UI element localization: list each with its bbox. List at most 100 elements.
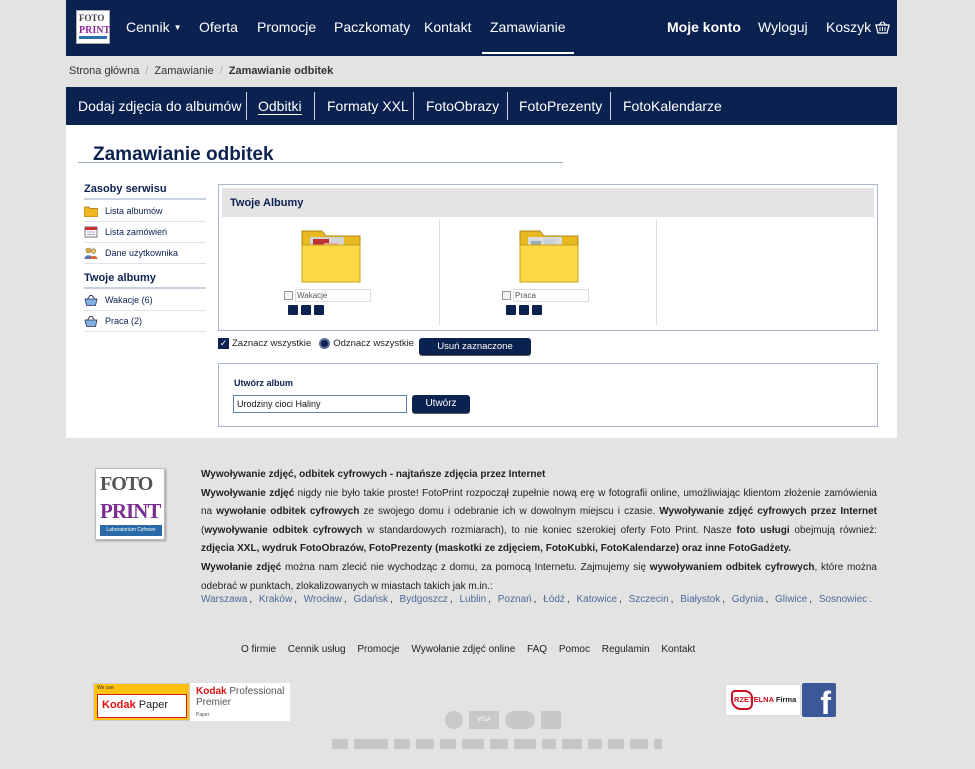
delete-icon[interactable] [506, 305, 516, 315]
breadcrumb-zamawianie[interactable]: Zamawianie [154, 65, 213, 77]
rzetelna-firma-badge[interactable]: RZETELNA Firma [725, 684, 801, 716]
city-link[interactable]: Gliwice [775, 594, 807, 605]
sidebar-item-lista-albumow[interactable]: Lista albumów [84, 201, 206, 222]
deselect-icon[interactable] [319, 338, 331, 349]
kodak-premier: Premier [196, 697, 232, 708]
amex-logo [541, 711, 561, 729]
city-link[interactable]: Bydgoszcz [400, 594, 448, 605]
subnav-divider [507, 92, 508, 120]
nav-wyloguj[interactable]: Wyloguj [758, 19, 808, 35]
footer-link-wywolanie-zdjec[interactable]: Wywołanie zdjęć online [411, 644, 515, 655]
breadcrumb-separator: / [219, 65, 223, 77]
album-folder-icon[interactable] [518, 225, 580, 283]
delete-selected-button[interactable]: Usuń zaznaczone [419, 338, 531, 355]
footer-text: ze swojego domu i odebranie ich w dowoln… [359, 506, 660, 518]
sidebar-item-lista-zamowien[interactable]: Lista zamówień [84, 222, 206, 243]
nav-paczkomaty[interactable]: Paczkomaty [334, 19, 410, 35]
select-all-link[interactable]: Zaznacz wszystkie [232, 338, 311, 349]
bank-logo [440, 739, 456, 749]
main-panel: Dodaj zdjęcia do albumów Odbitki Formaty… [66, 87, 897, 438]
nav-cennik[interactable]: Cennik ▼ [126, 19, 182, 35]
bank-logo [394, 739, 410, 749]
footer-text: wywoływanie odbitek cyfrowych [204, 524, 363, 536]
city-link[interactable]: Poznań [498, 594, 532, 605]
create-album-label: Utwórz album [234, 378, 294, 388]
nav-koszyk[interactable]: Koszyk [826, 19, 890, 35]
album-divider [656, 219, 657, 325]
subnav-odbitki[interactable]: Odbitki [258, 98, 302, 115]
subnav-fotoobrazy[interactable]: FotoObrazy [426, 98, 499, 114]
sidebar-item-album-wakacje[interactable]: Wakacje (6) [84, 290, 206, 311]
nav-kontakt[interactable]: Kontakt [424, 19, 471, 35]
footer-text: Wywoływanie zdjęć cyfrowych przez Intern… [659, 506, 878, 518]
subnav-fotoprezenty[interactable]: FotoPrezenty [519, 98, 602, 114]
city-separator: , [449, 594, 453, 605]
footer-link-cennik-uslug[interactable]: Cennik usług [288, 644, 346, 655]
nav-moje-konto[interactable]: Moje konto [667, 19, 741, 35]
city-link[interactable]: Białystok [680, 594, 720, 605]
title-underline [78, 162, 563, 163]
album-name-field[interactable]: Praca [513, 289, 589, 302]
sidebar-resources-title: Zasoby serwisu [84, 183, 206, 200]
city-separator: , [249, 594, 253, 605]
city-link[interactable]: Gdańsk [354, 594, 388, 605]
footer-link-kontakt[interactable]: Kontakt [661, 644, 695, 655]
create-album-button[interactable]: Utwórz [412, 395, 470, 413]
album-folder-icon[interactable] [300, 225, 362, 283]
footer-paragraph-2: Wywołanie zdjęć można nam zlecić nie wyc… [201, 559, 877, 596]
footer-link-o-firmie[interactable]: O firmie [241, 644, 276, 655]
city-link[interactable]: Łódź [543, 594, 565, 605]
footer-link-regulamin[interactable]: Regulamin [602, 644, 650, 655]
city-link[interactable]: Kraków [259, 594, 292, 605]
firma-word: Firma [773, 695, 797, 704]
city-link[interactable]: Warszawa [201, 594, 247, 605]
mastercard-logo [505, 711, 535, 729]
subnav-fotokalendarze[interactable]: FotoKalendarze [623, 98, 722, 114]
fotoprint-logo[interactable]: FOTO PRINT [76, 10, 110, 44]
check-icon[interactable]: ✓ [218, 338, 229, 349]
footer-link-faq[interactable]: FAQ [527, 644, 547, 655]
album-checkbox[interactable] [502, 291, 511, 300]
bank-logo [654, 739, 662, 749]
city-link[interactable]: Sosnowiec [819, 594, 867, 605]
rzetelna-firma-text: RZETELNA Firma [734, 695, 796, 704]
album-checkbox[interactable] [284, 291, 293, 300]
sidebar-item-label: Dane użytkownika [105, 248, 179, 258]
rename-icon[interactable] [301, 305, 311, 315]
bank-logo [462, 739, 484, 749]
city-link[interactable]: Katowice [576, 594, 617, 605]
album-tools [506, 305, 542, 315]
create-album-panel: Utwórz album Urodziny cioci Haliny Utwór… [218, 363, 878, 427]
city-link[interactable]: Gdynia [732, 594, 764, 605]
nav-koszyk-label: Koszyk [826, 19, 872, 35]
city-link[interactable]: Wrocław [304, 594, 342, 605]
footer-link-pomoc[interactable]: Pomoc [559, 644, 590, 655]
breadcrumb-home[interactable]: Strona główna [69, 65, 139, 77]
footer-logo-sub: Laboratorium Cyfrowe [100, 525, 162, 536]
city-link[interactable]: Lublin [459, 594, 486, 605]
subnav-dodaj-zdjecia[interactable]: Dodaj zdjęcia do albumów [78, 98, 241, 114]
nav-oferta[interactable]: Oferta [199, 19, 238, 35]
subnav-formaty-xxl[interactable]: Formaty XXL [327, 98, 409, 114]
city-separator: , [809, 594, 813, 605]
nav-zamawianie[interactable]: Zamawianie [490, 19, 565, 35]
city-separator: , [765, 594, 769, 605]
sidebar-item-album-praca[interactable]: Praca (2) [84, 311, 206, 332]
footer-text: Wywoływanie zdjęć [201, 487, 295, 499]
deselect-all-link[interactable]: Odznacz wszystkie [333, 338, 414, 349]
nav-promocje[interactable]: Promocje [257, 19, 316, 35]
sidebar-item-dane-uzytkownika[interactable]: Dane użytkownika [84, 243, 206, 264]
footer-link-promocje[interactable]: Promocje [357, 644, 399, 655]
album-name-field[interactable]: Wakacje [295, 289, 371, 302]
facebook-icon[interactable]: f [802, 683, 836, 717]
city-link[interactable]: Szczecin [629, 594, 669, 605]
order-icon[interactable] [314, 305, 324, 315]
order-icon[interactable] [532, 305, 542, 315]
bank-logos [332, 739, 662, 749]
album-name-input[interactable]: Urodziny cioci Haliny [233, 395, 407, 413]
payment-logo [445, 711, 463, 729]
city-separator: , [619, 594, 622, 605]
rename-icon[interactable] [519, 305, 529, 315]
delete-icon[interactable] [288, 305, 298, 315]
